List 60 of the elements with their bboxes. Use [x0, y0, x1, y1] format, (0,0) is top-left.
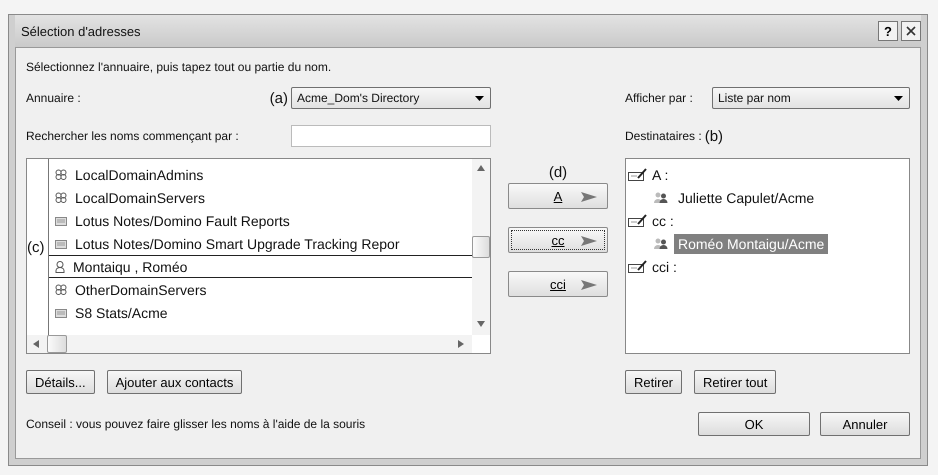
directory-label: Annuaire :: [26, 91, 81, 105]
recipient-item[interactable]: Roméo Montaigu/Acme: [674, 234, 828, 254]
close-button[interactable]: [901, 21, 921, 41]
remove-button[interactable]: Retirer tout: [694, 370, 776, 394]
group-icon: [55, 284, 67, 295]
annotation-label: (a): [270, 90, 288, 106]
display-label: Afficher par :: [625, 91, 693, 105]
add-recipient-button[interactable]: A: [508, 183, 608, 209]
memo-icon: [628, 214, 648, 227]
annotation-label: (d): [548, 164, 568, 181]
dialog-button[interactable]: Annuler: [820, 412, 910, 436]
scroll-up-icon[interactable]: [477, 165, 485, 173]
close-icon: [906, 26, 916, 36]
scroll-right-icon[interactable]: [458, 340, 466, 348]
vertical-scrollbar[interactable]: [472, 159, 490, 335]
tip-text: Conseil : vous pouvez faire glisser les noms à l'aide de la souris: [26, 417, 366, 431]
group-icon: [55, 169, 67, 180]
scroll-thumb[interactable]: [47, 335, 67, 353]
annotation-label: (b): [704, 128, 724, 144]
horizontal-scrollbar[interactable]: [27, 335, 472, 353]
recipients-label: Destinataires :: [625, 129, 702, 143]
annotation-label: (c): [27, 238, 44, 256]
instruction-text: Sélectionnez l'annuaire, puis tapez tout ou partie du nom.: [26, 60, 332, 74]
group-icon: [55, 192, 67, 203]
directory-dropdown[interactable]: Acme_Dom's Directory: [291, 87, 491, 109]
caret-icon: [475, 96, 484, 100]
arrow-icon: [581, 280, 597, 290]
window-title: Sélection d'adresses: [21, 24, 141, 38]
add-recipient-button[interactable]: cc: [508, 227, 608, 253]
recipient-item[interactable]: Juliette Capulet/Acme: [674, 188, 818, 208]
list-item[interactable]: OtherDomainServers: [49, 278, 472, 301]
memo-icon: [628, 260, 648, 273]
remove-button[interactable]: Retirer: [625, 370, 682, 394]
recipient-field-label: cc :: [652, 212, 674, 228]
action-button[interactable]: Ajouter aux contacts: [106, 370, 242, 394]
list-item[interactable]: LocalDomainServers: [49, 186, 472, 209]
list-item[interactable]: LocalDomainAdmins: [49, 163, 472, 186]
list-item[interactable]: Lotus Notes/Domino Smart Upgrade Tracking Repor: [49, 232, 472, 255]
person-icon: [55, 260, 65, 272]
people-icon: [654, 192, 668, 203]
list-item[interactable]: S8 Stats/Acme: [49, 301, 472, 324]
memo-icon: [628, 168, 648, 181]
help-button[interactable]: ?: [878, 21, 898, 41]
display-dropdown[interactable]: Liste par nom: [712, 87, 910, 109]
search-field[interactable]: [291, 125, 491, 147]
scroll-down-icon[interactable]: [477, 321, 485, 329]
caret-icon: [894, 96, 903, 100]
arrow-icon: [581, 192, 597, 202]
people-icon: [654, 238, 668, 249]
list-item[interactable]: Montaiqu , Roméo: [49, 255, 472, 278]
recipient-field-label: A :: [652, 166, 668, 182]
arrow-icon: [581, 236, 597, 246]
dialog-button[interactable]: OK: [698, 412, 810, 436]
recipient-field-label: cci :: [652, 258, 677, 274]
list-item[interactable]: Lotus Notes/Domino Fault Reports: [49, 209, 472, 232]
scroll-thumb[interactable]: [472, 236, 490, 258]
action-button[interactable]: Détails...: [26, 370, 95, 394]
add-recipient-button[interactable]: cci: [508, 271, 608, 297]
scroll-left-icon[interactable]: [33, 340, 41, 348]
search-label: Rechercher les noms commençant par :: [26, 129, 239, 143]
